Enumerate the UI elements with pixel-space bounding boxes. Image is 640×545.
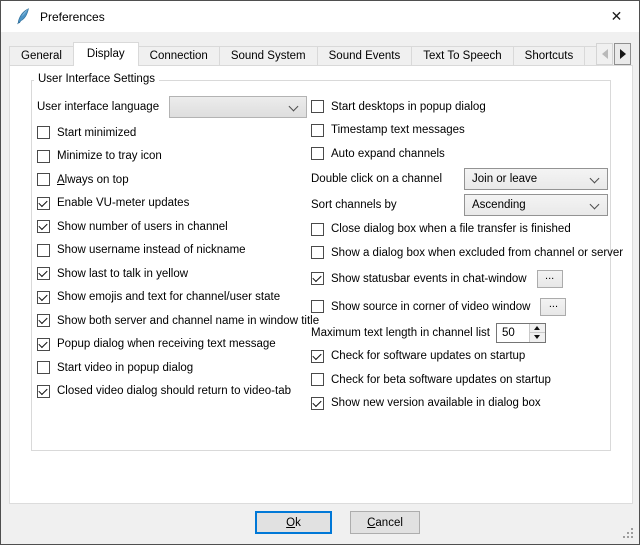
- group-title: User Interface Settings: [34, 73, 159, 85]
- checkbox-box[interactable]: [37, 126, 50, 139]
- checkbox-closed-video-dialog-should-return-to-video-tab[interactable]: Closed video dialog should return to vid…: [37, 380, 309, 404]
- chevron-down-icon: [590, 173, 600, 183]
- checkbox-show-both-server-and-channel-name-in-window-title[interactable]: Show both server and channel name in win…: [37, 309, 309, 333]
- checkbox-show-new-version-available-in-dialog-box[interactable]: Show new version available in dialog box: [311, 392, 637, 416]
- sort-channels-row: Sort channels by Ascending: [311, 192, 637, 218]
- checkbox-box[interactable]: [311, 147, 324, 160]
- language-row: User interface language: [37, 93, 309, 121]
- checkbox-timestamp-text-messages[interactable]: Timestamp text messages: [311, 119, 637, 143]
- tab-bar: GeneralDisplayConnectionSound SystemSoun…: [9, 42, 599, 66]
- window-title: Preferences: [40, 10, 105, 24]
- ok-button[interactable]: Ok: [255, 511, 332, 534]
- tab-scroll-right-icon: [620, 49, 626, 59]
- checkbox-start-minimized[interactable]: Start minimized: [37, 121, 309, 145]
- statusbar-events-config-button[interactable]: ...: [537, 270, 563, 288]
- checkbox-box[interactable]: [311, 246, 324, 259]
- checkbox-box[interactable]: [311, 124, 324, 137]
- checkbox-box[interactable]: [37, 150, 50, 163]
- checkbox-box[interactable]: [37, 361, 50, 374]
- checkbox-box[interactable]: [311, 373, 324, 386]
- checkbox-box[interactable]: [311, 100, 324, 113]
- checkbox-minimize-to-tray-icon[interactable]: Minimize to tray icon: [37, 145, 309, 169]
- checkbox-close-dialog-box-when-a-file-transfer-is-finished[interactable]: Close dialog box when a file transfer is…: [311, 218, 637, 242]
- checkbox-auto-expand-channels[interactable]: Auto expand channels: [311, 142, 637, 166]
- right-bottom-checkbox-list: Check for software updates on startup Ch…: [311, 345, 637, 416]
- checkbox-show-last-to-talk-in-yellow[interactable]: Show last to talk in yellow: [37, 262, 309, 286]
- tab-connection[interactable]: Connection: [138, 46, 220, 66]
- language-combobox[interactable]: [169, 96, 307, 118]
- statusbar-events-checkbox[interactable]: [311, 272, 324, 285]
- checkbox-start-desktops-in-popup-dialog[interactable]: Start desktops in popup dialog: [311, 95, 637, 119]
- checkbox-show-a-dialog-box-when-excluded-from-channel-or-server[interactable]: Show a dialog box when excluded from cha…: [311, 241, 637, 265]
- max-text-length-spinner[interactable]: 50: [496, 323, 546, 343]
- chevron-down-icon: [289, 102, 299, 112]
- tab-scroll-buttons: [596, 43, 631, 65]
- statusbar-events-label[interactable]: Show statusbar events in chat-window: [331, 273, 527, 285]
- checkbox-box[interactable]: [37, 220, 50, 233]
- close-icon: ✕: [611, 8, 623, 24]
- right-column: Start desktops in popup dialog Timestamp…: [311, 95, 637, 415]
- checkbox-show-emojis-and-text-for-channel-user-state[interactable]: Show emojis and text for channel/user st…: [37, 286, 309, 310]
- checkbox-box[interactable]: [37, 244, 50, 257]
- tab-general[interactable]: General: [9, 46, 74, 66]
- checkbox-enable-vu-meter-updates[interactable]: Enable VU-meter updates: [37, 192, 309, 216]
- left-checkbox-list: Start minimized Minimize to tray icon Al…: [37, 121, 309, 403]
- tab-shortcuts[interactable]: Shortcuts: [513, 46, 586, 66]
- resize-grip[interactable]: [623, 528, 635, 540]
- statusbar-events-row[interactable]: Show statusbar events in chat-window ...: [311, 265, 637, 293]
- sort-channels-combobox-value: Ascending: [472, 199, 526, 211]
- checkbox-box[interactable]: [37, 267, 50, 280]
- checkbox-show-number-of-users-in-channel[interactable]: Show number of users in channel: [37, 215, 309, 239]
- tab-sound-system[interactable]: Sound System: [219, 46, 318, 66]
- checkbox-start-video-in-popup-dialog[interactable]: Start video in popup dialog: [37, 356, 309, 380]
- checkbox-box[interactable]: [37, 338, 50, 351]
- checkbox-box[interactable]: [311, 350, 324, 363]
- double-click-combobox[interactable]: Join or leave: [464, 168, 608, 190]
- video-source-label[interactable]: Show source in corner of video window: [331, 301, 530, 313]
- checkbox-box[interactable]: [37, 385, 50, 398]
- language-label: User interface language: [37, 101, 169, 113]
- sort-channels-label: Sort channels by: [311, 199, 464, 211]
- max-text-length-row: Maximum text length in channel list 50: [311, 321, 637, 345]
- checkbox-always-on-top[interactable]: Always on top: [37, 168, 309, 192]
- video-source-config-button[interactable]: ...: [540, 298, 566, 316]
- spin-down-button[interactable]: [530, 333, 545, 342]
- max-text-length-value: 50: [497, 324, 529, 342]
- resize-grip-icon: [623, 528, 625, 530]
- checkbox-box[interactable]: [37, 197, 50, 210]
- checkbox-box[interactable]: [37, 291, 50, 304]
- tab-scroll-right-button[interactable]: [614, 43, 631, 65]
- checkbox-box[interactable]: [37, 173, 50, 186]
- checkbox-show-username-instead-of-nickname[interactable]: Show username instead of nickname: [37, 239, 309, 263]
- double-click-row: Double click on a channel Join or leave: [311, 166, 637, 192]
- preferences-dialog: Preferences ✕ GeneralDisplayConnectionSo…: [0, 0, 640, 545]
- video-source-row[interactable]: Show source in corner of video window ..…: [311, 293, 637, 321]
- spin-up-button[interactable]: [530, 324, 545, 334]
- chevron-down-icon: [590, 199, 600, 209]
- right-top-checkbox-list: Start desktops in popup dialog Timestamp…: [311, 95, 637, 166]
- sort-channels-combobox[interactable]: Ascending: [464, 194, 608, 216]
- cancel-button[interactable]: Cancel: [350, 511, 420, 534]
- checkbox-box[interactable]: [311, 223, 324, 236]
- tab-display[interactable]: Display: [73, 42, 139, 66]
- checkbox-check-for-software-updates-on-startup[interactable]: Check for software updates on startup: [311, 345, 637, 369]
- tab-sound-events[interactable]: Sound Events: [317, 46, 413, 66]
- double-click-label: Double click on a channel: [311, 173, 464, 185]
- checkbox-check-for-beta-software-updates-on-startup[interactable]: Check for beta software updates on start…: [311, 368, 637, 392]
- double-click-combobox-value: Join or leave: [472, 173, 537, 185]
- tab-scroll-left-icon: [602, 49, 608, 59]
- left-column: User interface language Start minimized …: [37, 93, 309, 403]
- checkbox-popup-dialog-when-receiving-text-message[interactable]: Popup dialog when receiving text message: [37, 333, 309, 357]
- close-button[interactable]: ✕: [594, 1, 639, 32]
- max-text-length-label: Maximum text length in channel list: [311, 327, 490, 339]
- tab-scroll-left-button[interactable]: [596, 43, 613, 65]
- tab-text-to-speech[interactable]: Text To Speech: [411, 46, 513, 66]
- right-mid-checkbox-list: Close dialog box when a file transfer is…: [311, 218, 637, 265]
- titlebar[interactable]: Preferences ✕: [1, 1, 639, 32]
- checkbox-box[interactable]: [311, 397, 324, 410]
- video-source-checkbox[interactable]: [311, 300, 324, 313]
- checkbox-box[interactable]: [37, 314, 50, 327]
- app-icon: [14, 8, 31, 25]
